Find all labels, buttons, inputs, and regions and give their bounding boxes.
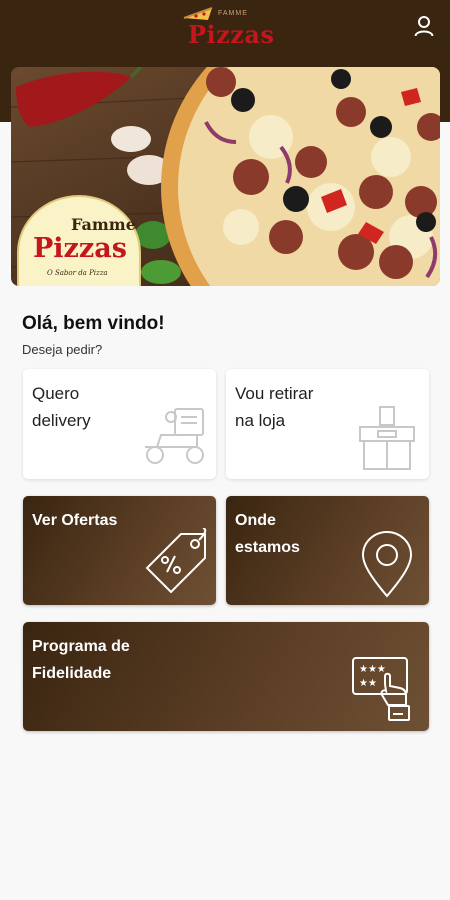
loyalty-card-label-line1: Programa de (32, 638, 130, 655)
promo-banner: Famme Pizzas O Sabor da Pizza (11, 67, 440, 286)
delivery-scooter-icon (145, 408, 204, 464)
badge-famme-text: Famme (71, 215, 136, 234)
logo-text: Pizzas (188, 20, 275, 49)
location-card-label-line1: Onde (235, 512, 276, 529)
greeting-subtitle: Deseja pedir? (22, 342, 103, 357)
store-pickup-card[interactable]: Vou retirar na loja (226, 369, 429, 479)
location-card-label: Onde estamos (235, 507, 300, 561)
offers-card[interactable]: Ver Ofertas (23, 496, 216, 605)
delivery-card-label: Quero delivery (32, 380, 91, 434)
badge-pizzas-text: Pizzas (33, 233, 127, 264)
store-pickup-icon (359, 406, 415, 470)
offers-card-label-line1: Ver Ofertas (32, 512, 118, 529)
location-card-label-line2: estamos (235, 539, 300, 556)
user-profile-button[interactable] (410, 12, 438, 40)
logo-small-text: FAMME (218, 10, 248, 17)
delivery-card[interactable]: Quero delivery (23, 369, 216, 479)
greeting-title: Olá, bem vindo! (22, 313, 165, 334)
discount-tag-icon (145, 528, 207, 594)
loyalty-program-card[interactable]: Programa de Fidelidade ★★★ ★★ (23, 622, 429, 731)
delivery-card-label-line2: delivery (32, 411, 91, 430)
location-card[interactable]: Onde estamos (226, 496, 429, 605)
location-pin-icon (361, 530, 413, 598)
user-icon (414, 16, 434, 37)
delivery-card-label-line1: Quero (32, 384, 80, 403)
loyalty-card-icon: ★★★ ★★ (352, 657, 410, 721)
loyalty-card-label: Programa de Fidelidade (32, 633, 130, 687)
store-pickup-card-label-line1: Vou retirar (235, 384, 314, 403)
svg-text:★★★: ★★★ (359, 664, 386, 675)
offers-card-label: Ver Ofertas (32, 507, 117, 534)
badge-slogan-text: O Sabor da Pizza (47, 269, 108, 277)
store-pickup-card-label: Vou retirar na loja (235, 380, 313, 434)
loyalty-card-label-line2: Fidelidade (32, 665, 112, 682)
store-pickup-card-label-line2: na loja (235, 411, 286, 430)
svg-text:★★: ★★ (359, 678, 377, 689)
app-header: FAMME Pizzas (0, 0, 450, 58)
app-logo: FAMME Pizzas (178, 6, 274, 50)
